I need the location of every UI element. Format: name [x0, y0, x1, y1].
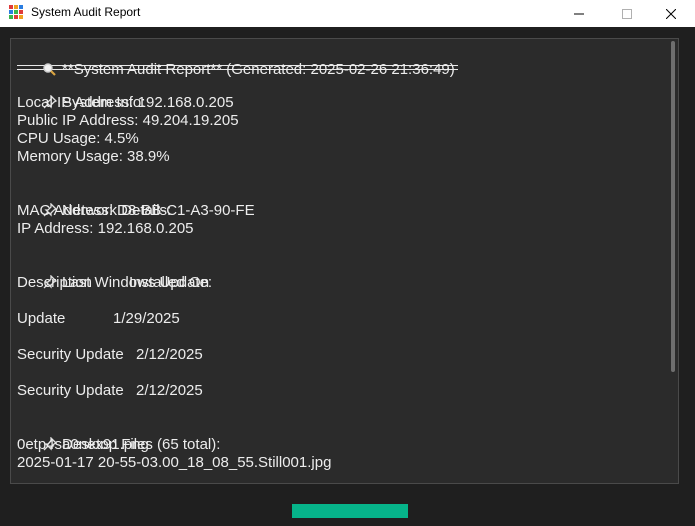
- updates-column-headers: Description Installed On: [17, 274, 678, 292]
- progress-fill: [292, 504, 408, 518]
- desktop-file-item: 0etp4sa0nex91.png: [17, 436, 149, 453]
- magnifier-icon: [43, 63, 56, 76]
- memory-usage-line: Memory Usage: 38.9%: [17, 148, 170, 165]
- window-title: System Audit Report: [31, 5, 141, 19]
- report-text-box[interactable]: **System Audit Report** (Generated: 2025…: [10, 38, 679, 484]
- section-heading-updates: Last Windows Update:: [17, 256, 678, 291]
- column-header-installed-on: Installed On: [129, 274, 210, 291]
- scrollbar-thumb[interactable]: [671, 41, 675, 372]
- report-header-text: **System Audit Report** (Generated: 2025…: [62, 61, 455, 78]
- report-text[interactable]: **System Audit Report** (Generated: 2025…: [11, 39, 678, 483]
- vertical-scrollbar[interactable]: [667, 39, 678, 483]
- maximize-icon: [622, 8, 632, 19]
- app-grid-icon: [9, 5, 23, 19]
- local-ip-line: Local IP Address: 192.168.0.205: [17, 94, 234, 111]
- update-installed-on: 2/12/2025: [136, 382, 203, 399]
- section-heading-desktop-files: Desktop Files (65 total):: [17, 418, 678, 453]
- section-heading-network: Network Details:: [17, 184, 678, 219]
- desktop-file-item: 2025-01-17 20-55-03.00_18_08_55.Still001…: [17, 454, 332, 471]
- update-row: Security Update 2/12/2025: [17, 382, 678, 400]
- update-installed-on: 1/29/2025: [113, 310, 180, 327]
- close-icon: [666, 8, 676, 19]
- update-description: Security Update: [17, 346, 124, 363]
- cpu-usage-line: CPU Usage: 4.5%: [17, 130, 139, 147]
- update-installed-on: 2/12/2025: [136, 346, 203, 363]
- column-header-description: Description: [17, 274, 93, 291]
- update-description: Update: [17, 310, 66, 327]
- report-header: **System Audit Report** (Generated: 2025…: [17, 43, 678, 78]
- maximize-button[interactable]: [604, 0, 650, 27]
- close-button[interactable]: [648, 0, 694, 27]
- mac-address-line: MAC Address: D8-BB-C1-A3-90-FE: [17, 202, 255, 219]
- minimize-icon: [574, 13, 584, 14]
- public-ip-line: Public IP Address: 49.204.19.205: [17, 112, 239, 129]
- progress-bar: [292, 504, 408, 518]
- minimize-button[interactable]: [556, 0, 602, 27]
- update-description: Security Update: [17, 382, 124, 399]
- update-row: Security Update 2/12/2025: [17, 346, 678, 364]
- update-row: Update 1/29/2025: [17, 310, 678, 328]
- ip-address-line: IP Address: 192.168.0.205: [17, 220, 194, 237]
- title-bar: System Audit Report: [0, 0, 695, 27]
